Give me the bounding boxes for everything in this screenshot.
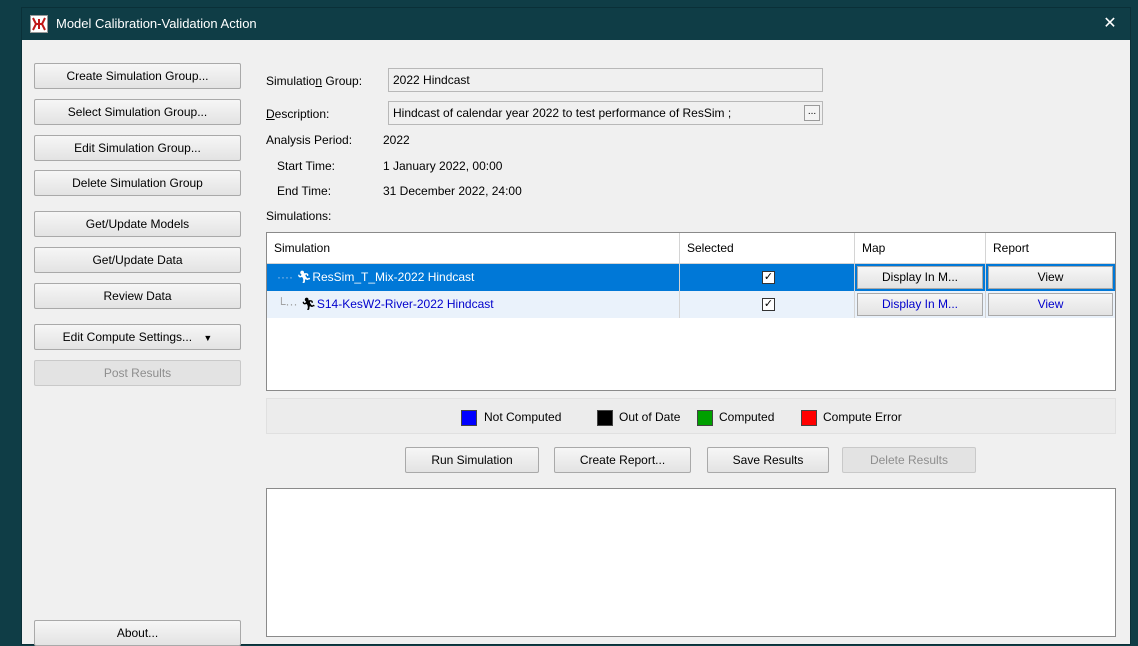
edit-compute-settings-button[interactable]: Edit Compute Settings... ▼ [34,324,241,350]
simulation-group-label: Simulation Group: [266,74,362,88]
table-row[interactable]: └··· 🏃︎S14-KesW2-River-2022 Hindcast ✓ D… [267,291,1115,318]
run-simulation-button[interactable]: Run Simulation [405,447,539,473]
output-text-area[interactable] [266,488,1116,637]
view-report-button[interactable]: View [988,293,1113,316]
column-header-simulation[interactable]: Simulation [267,233,680,263]
description-label: Description: [266,107,329,121]
select-simulation-group-button[interactable]: Select Simulation Group... [34,99,241,125]
edit-simulation-group-button[interactable]: Edit Simulation Group... [34,135,241,161]
selected-cell[interactable]: ✓ [680,291,855,318]
selected-cell[interactable]: ✓ [680,264,855,291]
view-report-button[interactable]: View [988,266,1113,289]
table-header: Simulation Selected Map Report [267,233,1115,264]
display-in-map-button[interactable]: Display In M... [857,266,983,289]
map-cell: Display In M... [855,264,986,291]
report-cell: View [986,264,1115,291]
not-computed-swatch [461,410,477,426]
compute-status-legend: Not Computed Out of Date Computed Comput… [266,398,1116,434]
simulation-group-label-start: Simulatio [266,74,316,88]
legend-compute-error: Compute Error [823,410,902,424]
get-update-data-button[interactable]: Get/Update Data [34,247,241,273]
analysis-period-label: Analysis Period: [266,133,353,147]
simulation-name-cell[interactable]: ···· 🏃︎ResSim_T_Mix-2022 Hindcast [267,264,680,291]
create-report-button[interactable]: Create Report... [554,447,691,473]
computed-swatch [697,410,713,426]
get-update-models-button[interactable]: Get/Update Models [34,211,241,237]
display-in-map-button[interactable]: Display In M... [857,293,983,316]
column-header-map[interactable]: Map [855,233,986,263]
review-data-button[interactable]: Review Data [34,283,241,309]
simulation-runner-icon: 🏃︎ [300,297,317,311]
close-button[interactable]: ✕ [1090,8,1130,40]
simulation-name-cell[interactable]: └··· 🏃︎S14-KesW2-River-2022 Hindcast [267,291,680,318]
table-row[interactable]: ···· 🏃︎ResSim_T_Mix-2022 Hindcast ✓ Disp… [267,264,1115,291]
edit-compute-settings-label: Edit Compute Settings... [62,330,193,344]
description-mnemonic: D [266,107,275,121]
simulations-label: Simulations: [266,209,332,223]
description-value: Hindcast of calendar year 2022 to test p… [393,106,732,120]
dropdown-arrow-icon: ▼ [203,333,213,343]
description-label-end: escription: [274,107,330,121]
description-edit-button[interactable]: ... [804,105,820,121]
title-bar[interactable]: Model Calibration-Validation Action ✕ [22,8,1130,40]
dialog-body: Create Simulation Group... Select Simula… [22,40,1130,646]
report-cell: View [986,291,1115,318]
start-time-label: Start Time: [277,159,336,173]
delete-results-button: Delete Results [842,447,976,473]
window-title: Model Calibration-Validation Action [56,16,257,31]
simulation-name: S14-KesW2-River-2022 Hindcast [316,297,494,311]
legend-out-of-date: Out of Date [619,410,681,424]
legend-computed: Computed [719,410,775,424]
description-field[interactable]: Hindcast of calendar year 2022 to test p… [388,101,823,125]
simulation-name: ResSim_T_Mix-2022 Hindcast [312,270,475,284]
simulation-group-field[interactable]: 2022 Hindcast [388,68,823,92]
selected-checkbox[interactable]: ✓ [762,271,775,284]
simulations-table[interactable]: Simulation Selected Map Report ···· 🏃︎Re… [266,232,1116,391]
simulation-runner-icon: 🏃︎ [296,270,312,284]
start-time-value: 1 January 2022, 00:00 [383,159,503,173]
map-cell: Display In M... [855,291,986,318]
save-results-button[interactable]: Save Results [707,447,829,473]
analysis-period-value: 2022 [383,133,410,147]
about-button[interactable]: About... [34,620,241,646]
create-simulation-group-button[interactable]: Create Simulation Group... [34,63,241,89]
post-results-button: Post Results [34,360,241,386]
app-icon [30,15,48,33]
close-icon: ✕ [1103,15,1117,32]
end-time-value: 31 December 2022, 24:00 [383,184,522,198]
simulation-group-label-end: Group: [322,74,363,88]
column-header-report[interactable]: Report [986,233,1115,263]
selected-checkbox[interactable]: ✓ [762,298,775,311]
compute-error-swatch [801,410,817,426]
tree-line-icon: ···· [277,270,293,284]
delete-simulation-group-button[interactable]: Delete Simulation Group [34,170,241,196]
main-window: Model Calibration-Validation Action ✕ Cr… [22,8,1130,646]
tree-line-icon: └··· [277,297,298,311]
legend-not-computed: Not Computed [484,410,562,424]
out-of-date-swatch [597,410,613,426]
end-time-label: End Time: [277,184,332,198]
column-header-selected[interactable]: Selected [680,233,855,263]
